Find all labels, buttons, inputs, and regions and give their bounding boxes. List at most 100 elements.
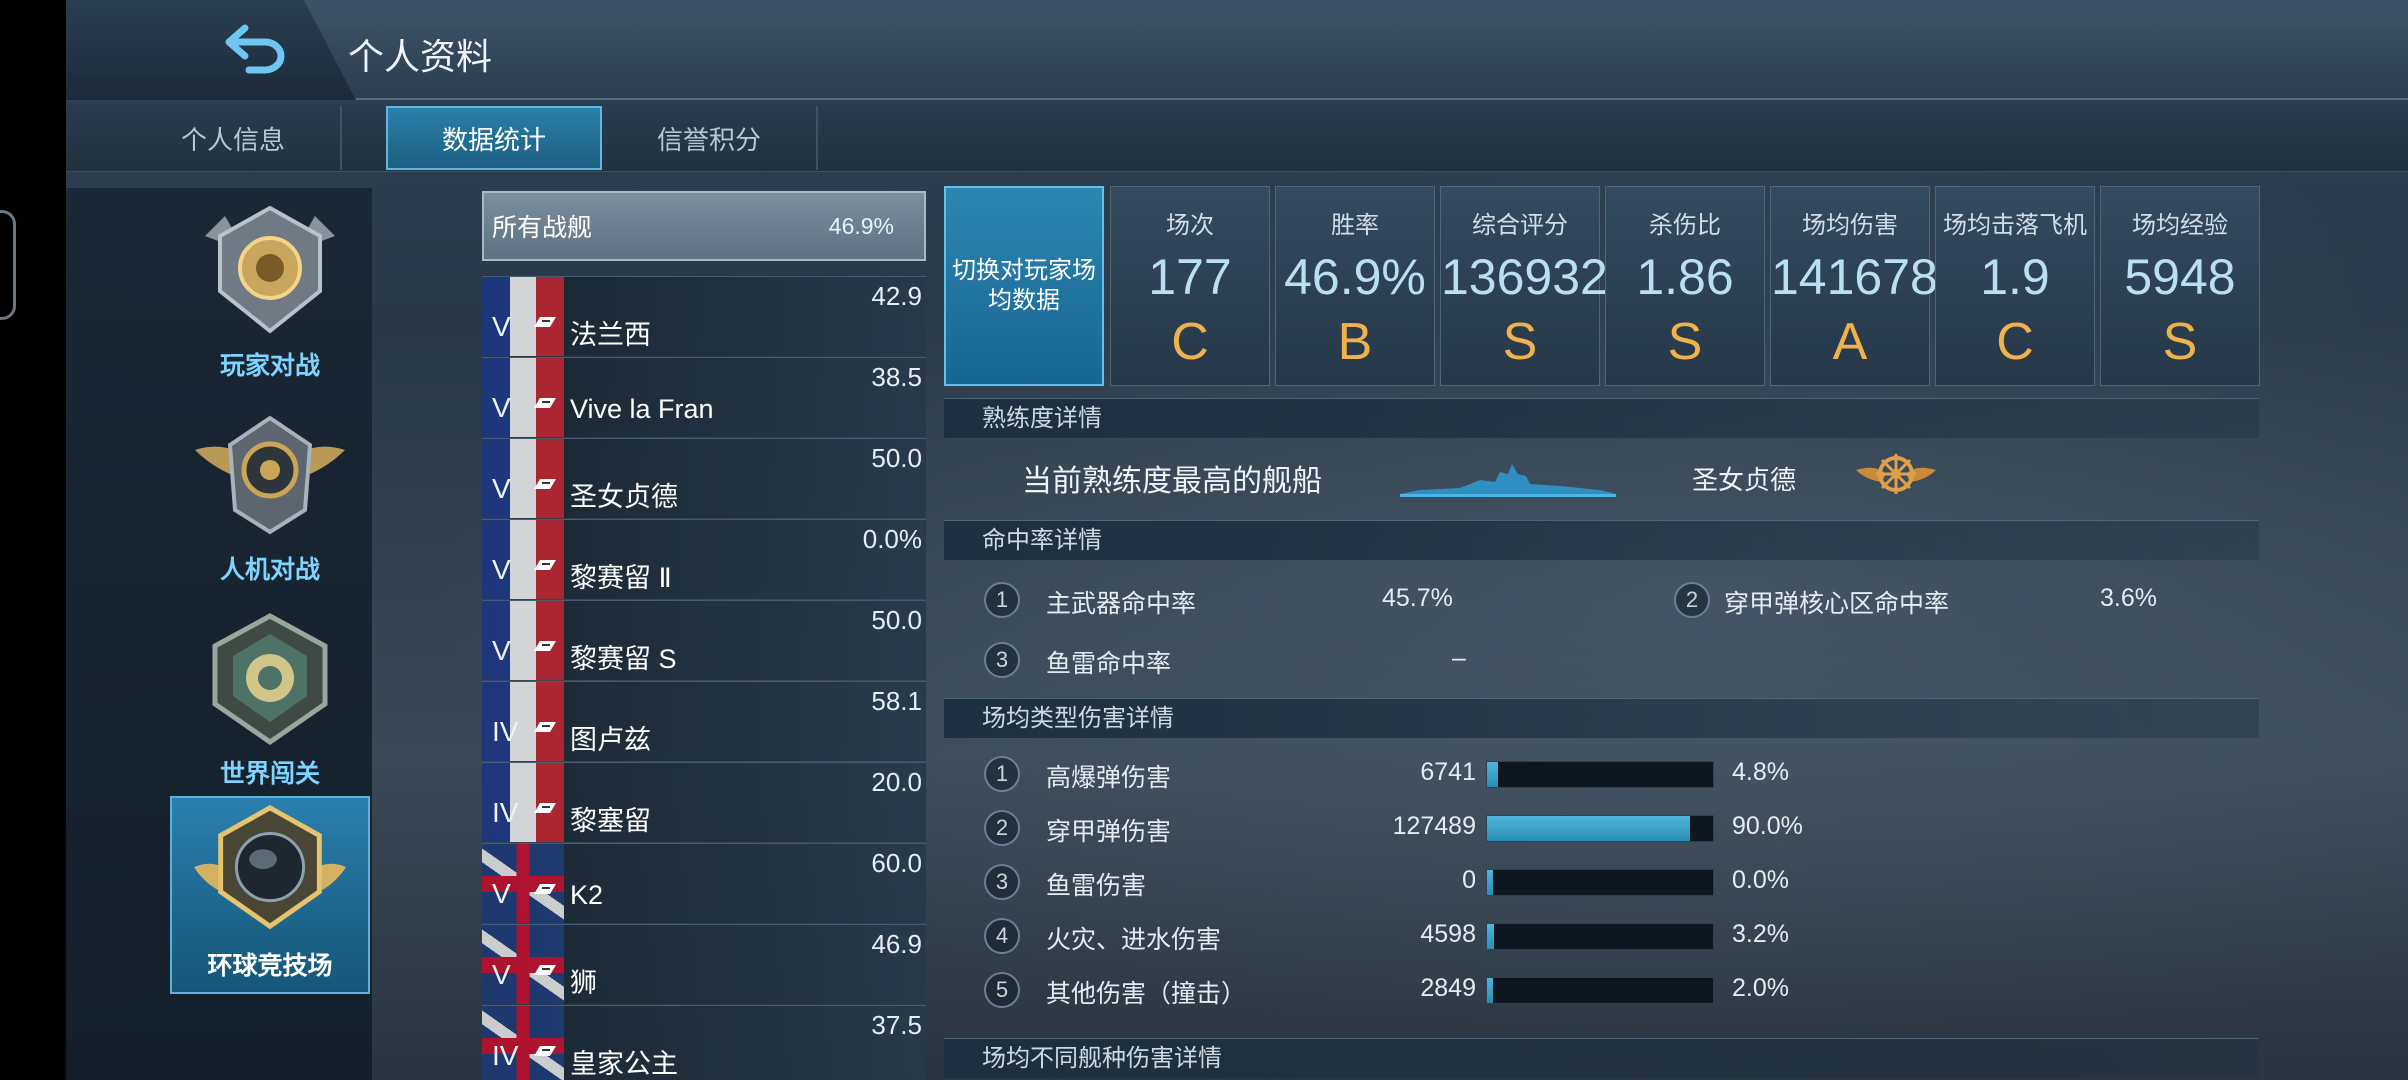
- battleship-type-icon: [534, 884, 556, 894]
- ship-row[interactable]: V 狮 46.9: [482, 924, 926, 1004]
- damage-bar-fill: [1487, 762, 1498, 787]
- all-ships-row[interactable]: 所有战舰 46.9%: [482, 191, 926, 261]
- mode-menu: 玩家对战 人机对战 世界闯关 环球竞技场: [66, 188, 372, 1080]
- stat-value: 1.9: [1980, 249, 2050, 305]
- ship-win-rate: 20.0: [871, 767, 922, 797]
- ship-row[interactable]: V 圣女贞德 50.0: [482, 438, 926, 518]
- all-ships-label: 所有战舰: [492, 214, 593, 242]
- damage-bar-fill: [1487, 816, 1691, 841]
- stat-grade: C: [1171, 313, 1209, 371]
- accuracy-row-2: 2 穿甲弹核心区命中率 3.6%: [1674, 580, 2234, 620]
- row-number: 2: [1674, 582, 1710, 618]
- proficiency-ship-name: 圣女贞德: [1692, 465, 1797, 495]
- mode-world[interactable]: 世界闯关: [170, 602, 370, 800]
- damage-bar: [1486, 923, 1714, 950]
- ship-win-rate: 50.0: [871, 443, 922, 473]
- damage-percent: 4.8%: [1732, 758, 1789, 786]
- ship-row[interactable]: IV 图卢兹 58.1: [482, 681, 926, 761]
- stat-value: 46.9%: [1284, 249, 1426, 305]
- ship-name: Vive la Fran: [570, 394, 714, 424]
- ship-tier: V: [492, 554, 511, 585]
- world-emblem-icon: [212, 613, 328, 746]
- ship-win-rate: 58.1: [871, 686, 922, 716]
- ship-row[interactable]: IV 黎塞留 20.0: [482, 762, 926, 842]
- section-accuracy: 命中率详情: [944, 520, 2259, 560]
- ship-name: 图卢兹: [570, 725, 651, 755]
- battleship-type-icon: [534, 560, 556, 570]
- stat-label: 场均伤害: [1802, 212, 1898, 239]
- damage-percent: 3.2%: [1732, 920, 1789, 948]
- section-damage-types: 场均类型伤害详情: [944, 698, 2259, 738]
- stat-card: 场均经验 5948 S: [2100, 186, 2260, 386]
- stat-label: 杀伤比: [1649, 212, 1721, 239]
- back-button[interactable]: [186, 18, 326, 78]
- accuracy-label: 鱼雷命中率: [1046, 650, 1172, 678]
- battleship-type-icon: [534, 479, 556, 489]
- accuracy-row-3: 3 鱼雷命中率 –: [984, 640, 2284, 680]
- damage-value: 127489: [1392, 812, 1476, 840]
- stat-label: 综合评分: [1472, 212, 1568, 239]
- stat-grade: S: [1667, 313, 1703, 371]
- mode-world-label: 世界闯关: [219, 760, 320, 788]
- ship-win-rate: 46.9: [871, 929, 922, 959]
- damage-label: 穿甲弹伤害: [1046, 818, 1172, 846]
- pvp-emblem-icon: [205, 205, 335, 334]
- battleship-type-icon: [534, 722, 556, 732]
- stat-label: 场次: [1166, 212, 1214, 239]
- tab-data-stats[interactable]: 数据统计: [386, 106, 602, 170]
- ship-name: 黎赛留 S: [570, 644, 677, 674]
- section-proficiency: 熟练度详情: [944, 398, 2259, 438]
- ship-name: 黎塞留: [570, 806, 651, 836]
- back-arrow-icon: [225, 24, 285, 74]
- stat-card: 胜率 46.9% B: [1275, 186, 1435, 386]
- ship-tier: V: [492, 473, 511, 504]
- stat-card: 场均伤害 141678 A: [1770, 186, 1938, 386]
- damage-value: 2849: [1420, 974, 1476, 1002]
- accuracy-value: –: [1452, 644, 1466, 672]
- row-number: 1: [984, 756, 1020, 792]
- stat-grade: A: [1832, 313, 1868, 371]
- screen: 个人资料 个人信息 数据统计 信誉积分 玩家对战 人机对战 世界闯关 环球竞技场…: [66, 0, 2408, 1080]
- damage-percent: 0.0%: [1732, 866, 1789, 894]
- switch-pvp-average-button[interactable]: 切换对玩家场均数据: [944, 186, 1104, 386]
- tab-credit-score[interactable]: 信誉积分: [602, 106, 818, 170]
- ship-row[interactable]: V Vive la Fran 38.5: [482, 357, 926, 437]
- tab-bar: 个人信息 数据统计 信誉积分: [66, 104, 2408, 172]
- ship-win-rate: 38.5: [871, 362, 922, 392]
- damage-row: 4 火灾、进水伤害 4598 3.2%: [984, 916, 2284, 956]
- device-edge: [0, 210, 16, 320]
- ship-rows: V 法兰西 42.9 V Vive la Fran 38.5 V 圣女贞德 50.0 V 黎赛留 Ⅱ…: [482, 276, 926, 1080]
- stat-grade: C: [1996, 313, 2034, 371]
- ship-wheel-badge-icon: [1856, 454, 1936, 494]
- ship-win-rate: 60.0: [871, 848, 922, 878]
- stat-label: 场均经验: [2132, 212, 2228, 239]
- mode-pve[interactable]: 人机对战: [170, 398, 370, 596]
- ship-tier: V: [492, 878, 511, 909]
- stat-card: 场次 177 C: [1110, 186, 1270, 386]
- damage-row: 2 穿甲弹伤害 127489 90.0%: [984, 808, 2284, 848]
- ship-name: 圣女贞德: [570, 482, 678, 512]
- damage-bar: [1486, 761, 1714, 788]
- ship-name: 法兰西: [570, 320, 651, 350]
- damage-bar-fill: [1487, 924, 1495, 949]
- accuracy-value: 3.6%: [2100, 584, 2157, 612]
- ship-tier: V: [492, 959, 511, 990]
- mode-pve-label: 人机对战: [219, 556, 320, 584]
- damage-row: 5 其他伤害（撞击） 2849 2.0%: [984, 970, 2284, 1010]
- ship-row[interactable]: V 法兰西 42.9: [482, 276, 926, 356]
- mode-global-arena[interactable]: 环球竞技场: [170, 796, 370, 994]
- row-number: 1: [984, 582, 1020, 618]
- stat-label: 场均击落飞机: [1943, 212, 2087, 239]
- ship-row[interactable]: V K2 60.0: [482, 843, 926, 923]
- stat-grade: S: [1502, 313, 1538, 371]
- ship-row[interactable]: V 黎赛留 S 50.0: [482, 600, 926, 680]
- stat-card: 杀伤比 1.86 S: [1605, 186, 1765, 386]
- damage-label: 火灾、进水伤害: [1046, 926, 1222, 954]
- damage-label: 鱼雷伤害: [1046, 872, 1147, 900]
- stat-grade: S: [2162, 313, 2198, 371]
- ship-row[interactable]: V 黎赛留 Ⅱ 0.0%: [482, 519, 926, 599]
- tab-personal-info[interactable]: 个人信息: [126, 106, 342, 170]
- mode-pvp[interactable]: 玩家对战: [170, 194, 370, 392]
- stat-value: 1.86: [1636, 249, 1734, 305]
- ship-row[interactable]: IV 皇家公主 37.5: [482, 1005, 926, 1080]
